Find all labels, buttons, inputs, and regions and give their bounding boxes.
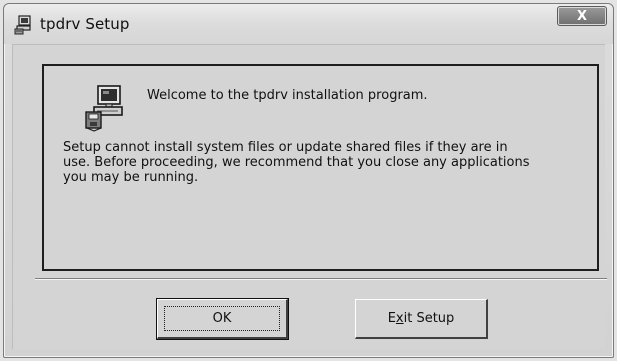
exit-label-suffix: it Setup bbox=[403, 311, 455, 326]
setup-window: tpdrv Setup X Welcome to the tpdrv insta… bbox=[3, 3, 614, 358]
welcome-text: Welcome to the tpdrv installation progra… bbox=[147, 88, 428, 103]
exit-setup-button-label: Exit Setup bbox=[388, 311, 455, 326]
setup-message-line: Setup cannot install system files or upd… bbox=[63, 140, 508, 155]
dialog-client-area: Welcome to the tpdrv installation progra… bbox=[12, 44, 607, 349]
ok-button-label: OK bbox=[212, 311, 232, 326]
setup-computer-icon bbox=[85, 85, 123, 132]
setup-message-line: use. Before proceeding, we recommend tha… bbox=[63, 155, 530, 170]
separator-highlight bbox=[35, 279, 607, 280]
setup-message-line: you may be running. bbox=[63, 170, 199, 185]
exit-label-mnemonic: x bbox=[395, 311, 404, 326]
window-title: tpdrv Setup bbox=[40, 15, 130, 33]
setup-message: Setup cannot install system files or upd… bbox=[63, 140, 583, 185]
setup-computer-icon bbox=[14, 15, 31, 35]
close-button[interactable]: X bbox=[557, 6, 607, 26]
title-bar[interactable]: tpdrv Setup X bbox=[4, 4, 613, 44]
exit-label-prefix: E bbox=[387, 311, 396, 326]
welcome-panel: Welcome to the tpdrv installation progra… bbox=[42, 64, 599, 271]
ok-button[interactable]: OK bbox=[156, 298, 289, 340]
exit-setup-button[interactable]: Exit Setup bbox=[355, 299, 488, 339]
